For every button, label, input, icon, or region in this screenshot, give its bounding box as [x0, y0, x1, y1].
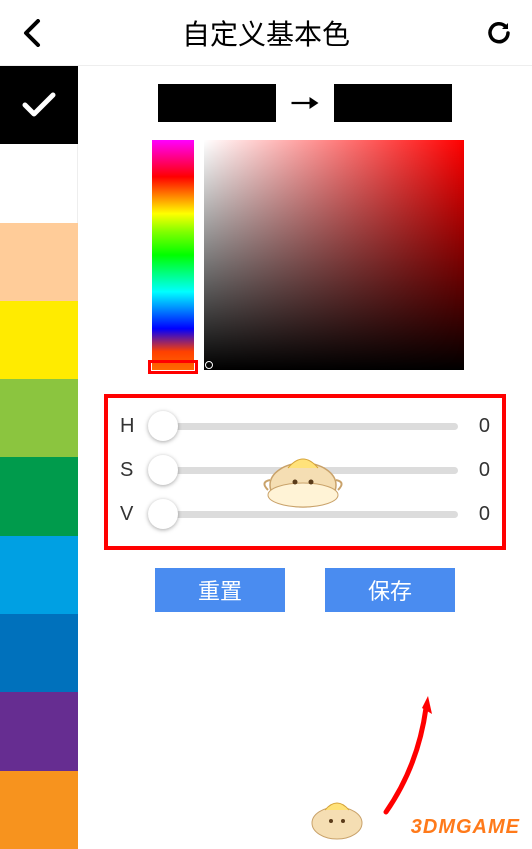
h-value: 0	[468, 415, 490, 438]
refresh-button[interactable]	[480, 14, 518, 52]
color-palette	[0, 66, 78, 849]
preview-from-color	[158, 84, 276, 122]
palette-swatch-7[interactable]	[0, 614, 78, 692]
v-value: 0	[468, 503, 490, 526]
save-button[interactable]: 保存	[325, 568, 455, 612]
hue-slider[interactable]	[152, 140, 194, 370]
s-slider-thumb[interactable]	[148, 455, 178, 485]
palette-swatch-8[interactable]	[0, 692, 78, 770]
check-icon	[21, 91, 57, 119]
h-label: H	[120, 415, 138, 438]
header: 自定义基本色	[0, 0, 532, 66]
palette-swatch-4[interactable]	[0, 379, 78, 457]
preview-to-color	[334, 84, 452, 122]
annotation-arrow-icon	[368, 686, 448, 816]
mascot-small-icon	[302, 788, 372, 843]
sv-cursor[interactable]	[205, 361, 213, 369]
h-slider-thumb[interactable]	[148, 411, 178, 441]
mascot-icon	[258, 440, 348, 510]
arrow-right-icon	[290, 91, 320, 115]
v-slider[interactable]	[148, 511, 458, 518]
v-label: V	[120, 503, 138, 526]
palette-swatch-6[interactable]	[0, 536, 78, 614]
palette-swatch-9[interactable]	[0, 771, 78, 849]
watermark: 3DMGAME	[411, 816, 520, 839]
chevron-left-icon	[22, 19, 44, 47]
saturation-value-box[interactable]	[204, 140, 464, 370]
h-slider[interactable]	[148, 423, 458, 430]
s-value: 0	[468, 459, 490, 482]
reset-button[interactable]: 重置	[155, 568, 285, 612]
v-slider-thumb[interactable]	[148, 499, 178, 529]
main-panel: H 0 S 0 V 0 重置 保存	[78, 66, 532, 849]
content: H 0 S 0 V 0 重置 保存	[0, 66, 532, 849]
color-picker	[152, 140, 502, 370]
preview-row	[108, 84, 502, 122]
button-row: 重置 保存	[108, 568, 502, 612]
page-title: 自定义基本色	[182, 13, 350, 53]
s-label: S	[120, 459, 138, 482]
palette-swatch-3[interactable]	[0, 301, 78, 379]
palette-swatch-1[interactable]	[0, 144, 78, 222]
refresh-icon	[484, 18, 514, 48]
back-button[interactable]	[14, 14, 52, 52]
palette-swatch-5[interactable]	[0, 457, 78, 535]
palette-swatch-2[interactable]	[0, 223, 78, 301]
palette-swatch-0[interactable]	[0, 66, 78, 144]
